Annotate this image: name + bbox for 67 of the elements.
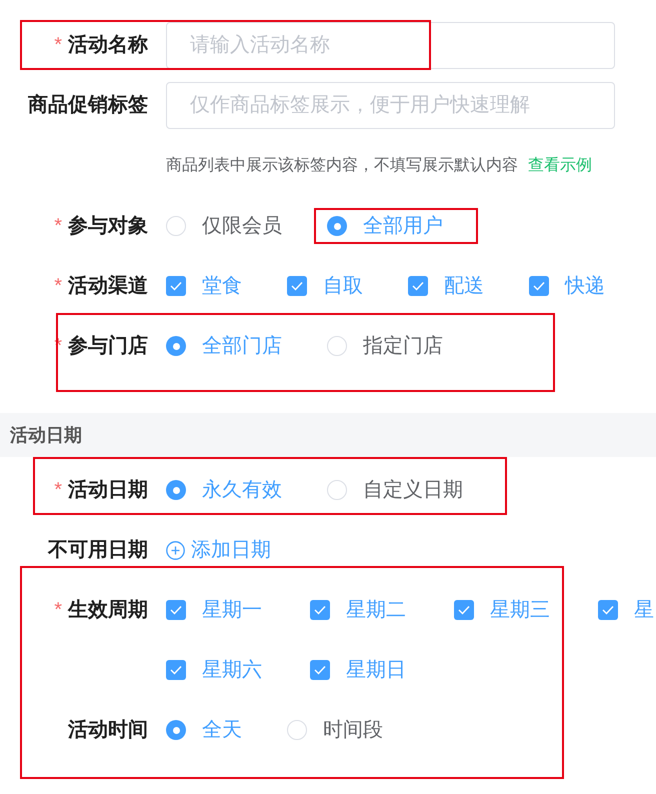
- radio-button[interactable]: [166, 336, 186, 356]
- option-label[interactable]: 星期二: [346, 595, 406, 625]
- option-label[interactable]: 全天: [202, 715, 242, 745]
- option-label[interactable]: 星: [634, 595, 654, 625]
- checkbox[interactable]: [166, 276, 186, 296]
- option-label[interactable]: 星期六: [202, 655, 262, 685]
- required-asterisk: *: [54, 274, 62, 299]
- check-icon: [314, 605, 326, 615]
- radio-button[interactable]: [327, 336, 347, 356]
- option-label[interactable]: 快递: [565, 271, 605, 301]
- radio-button[interactable]: [166, 480, 186, 500]
- required-asterisk: *: [54, 214, 62, 239]
- option-label[interactable]: 全部用户: [363, 211, 443, 241]
- check-icon: [458, 605, 470, 615]
- checkbox[interactable]: [529, 276, 549, 296]
- example-link[interactable]: 查看示例: [528, 154, 592, 178]
- check-icon: [170, 281, 182, 291]
- field-label: 参与门店: [68, 334, 148, 359]
- checkbox[interactable]: [310, 660, 330, 680]
- radio-button[interactable]: [327, 480, 347, 500]
- option-label[interactable]: 时间段: [323, 715, 383, 745]
- radio-button[interactable]: [287, 720, 307, 740]
- check-icon: [314, 665, 326, 675]
- option-label[interactable]: 星期三: [490, 595, 550, 625]
- field-label: 生效周期: [68, 598, 148, 623]
- field-label: 活动名称: [68, 33, 148, 58]
- section-header: 活动日期: [0, 413, 656, 457]
- field-label: 参与对象: [68, 214, 148, 239]
- required-asterisk: *: [54, 478, 62, 503]
- option-label[interactable]: 配送: [444, 271, 484, 301]
- checkbox[interactable]: [166, 660, 186, 680]
- plus-circle-icon: [166, 540, 185, 560]
- checkbox[interactable]: [287, 276, 307, 296]
- field-label: 活动渠道: [68, 274, 148, 299]
- radio-button[interactable]: [327, 216, 347, 236]
- option-label[interactable]: 仅限会员: [202, 211, 282, 241]
- field-label: 商品促销标签: [28, 92, 148, 118]
- checkbox[interactable]: [310, 600, 330, 620]
- option-label[interactable]: 自定义日期: [363, 475, 463, 505]
- field-label: 不可用日期: [48, 538, 148, 563]
- option-label[interactable]: 永久有效: [202, 475, 282, 505]
- option-label[interactable]: 自取: [323, 271, 363, 301]
- radio-button[interactable]: [166, 216, 186, 236]
- help-text: 商品列表中展示该标签内容，不填写展示默认内容: [166, 156, 518, 176]
- check-icon: [170, 605, 182, 615]
- text-input[interactable]: 仅作商品标签展示，便于用户快速理解: [166, 82, 615, 128]
- checkbox[interactable]: [408, 276, 428, 296]
- checkbox[interactable]: [454, 600, 474, 620]
- check-icon: [533, 281, 545, 291]
- checkbox[interactable]: [598, 600, 618, 620]
- field-label: 活动时间: [68, 718, 148, 743]
- check-icon: [412, 281, 424, 291]
- option-label[interactable]: 指定门店: [363, 331, 443, 361]
- checkbox[interactable]: [166, 600, 186, 620]
- check-icon: [170, 665, 182, 675]
- required-asterisk: *: [54, 598, 62, 623]
- add-date-link[interactable]: 添加日期: [166, 535, 271, 565]
- field-label: 活动日期: [68, 478, 148, 503]
- option-label[interactable]: 堂食: [202, 271, 242, 301]
- check-icon: [602, 605, 614, 615]
- option-label[interactable]: 星期一: [202, 595, 262, 625]
- option-label[interactable]: 全部门店: [202, 331, 282, 361]
- required-asterisk: *: [54, 33, 62, 58]
- radio-button[interactable]: [166, 720, 186, 740]
- text-input[interactable]: 请输入活动名称: [166, 22, 615, 68]
- check-icon: [291, 281, 303, 291]
- option-label[interactable]: 星期日: [346, 655, 406, 685]
